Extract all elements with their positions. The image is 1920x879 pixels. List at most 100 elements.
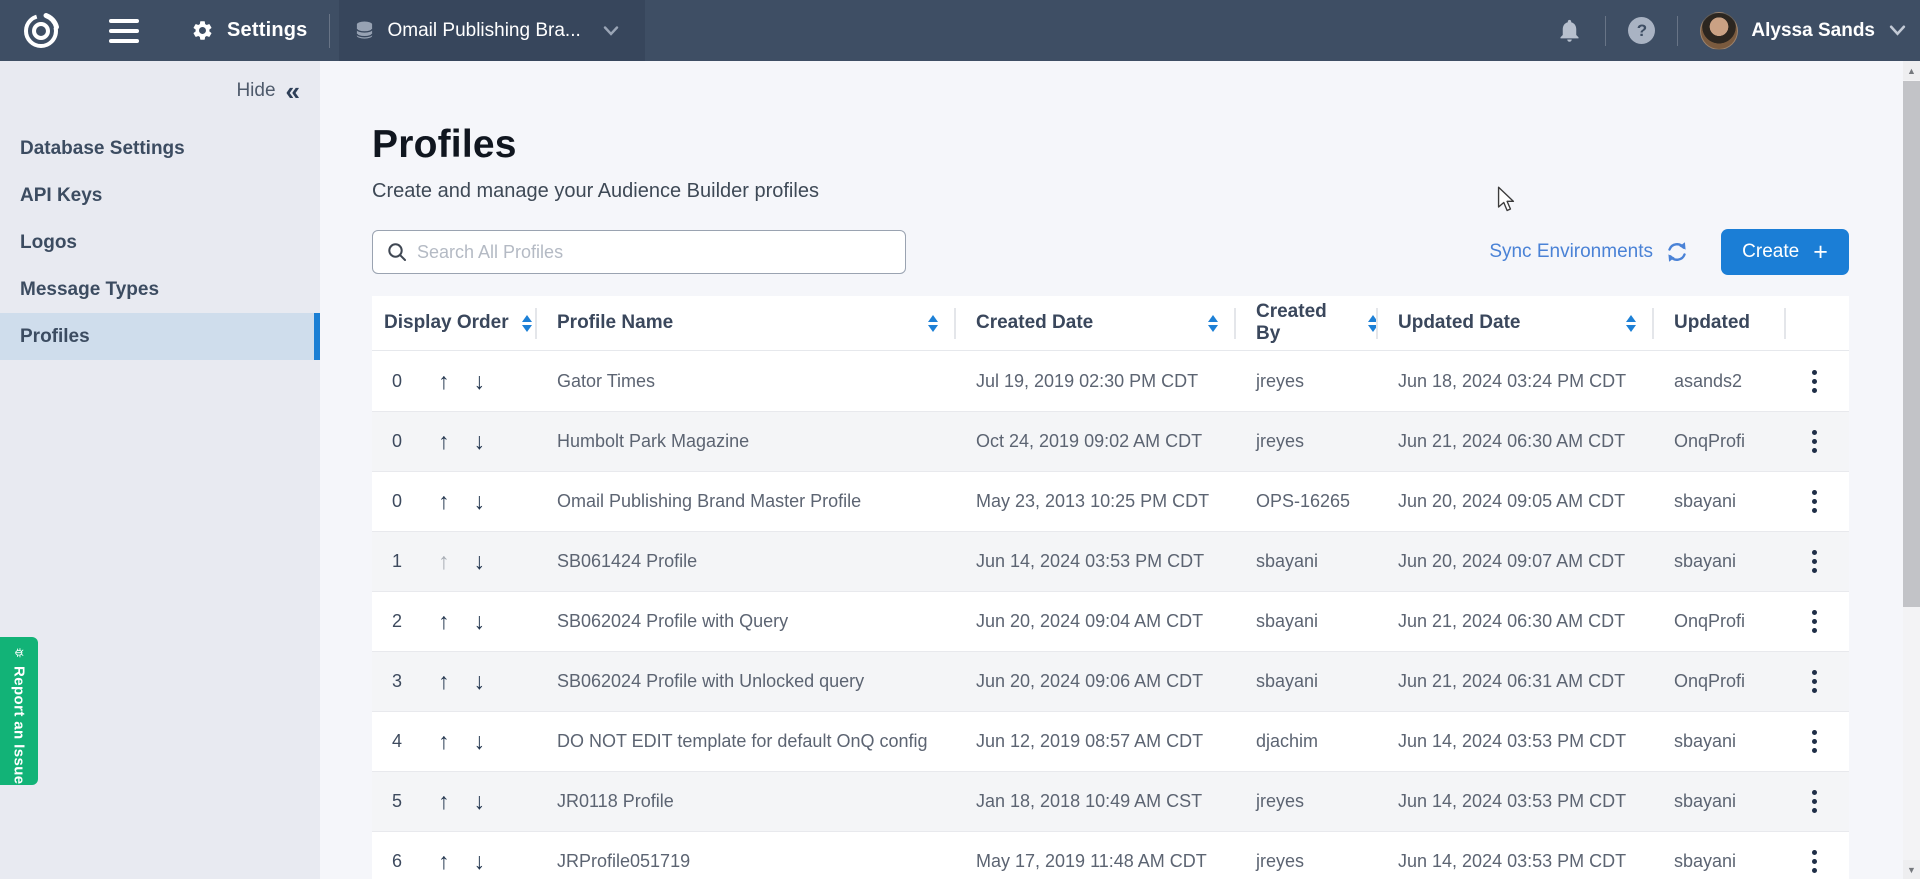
sidebar-item-message-types[interactable]: Message Types (0, 266, 320, 313)
sidebar-item-database-settings[interactable]: Database Settings (0, 125, 320, 172)
cell-profile-name[interactable]: SB061424 Profile (537, 532, 956, 591)
cell-created-by: djachim (1236, 712, 1378, 771)
gear-icon (191, 19, 214, 42)
cell-created-by: jreyes (1236, 772, 1378, 831)
report-issue-tab[interactable]: Report an Issue (0, 637, 38, 785)
created-by-value: jreyes (1256, 431, 1304, 452)
column-header-updated[interactable]: Updated Date (1378, 296, 1654, 350)
move-down-arrow-icon[interactable]: ↓ (474, 670, 486, 693)
sync-environments-link[interactable]: Sync Environments (1489, 239, 1690, 265)
column-header-name[interactable]: Profile Name (537, 296, 956, 350)
help-button[interactable]: ? (1628, 17, 1655, 44)
sort-icon[interactable] (522, 315, 532, 332)
cell-updated-date: Jun 20, 2024 09:05 AM CDT (1378, 472, 1654, 531)
move-down-arrow-icon[interactable]: ↓ (474, 370, 486, 393)
cell-profile-name[interactable]: DO NOT EDIT template for default OnQ con… (537, 712, 956, 771)
cell-updated-date: Jun 20, 2024 09:07 AM CDT (1378, 532, 1654, 591)
scroll-up-arrow[interactable]: ▲ (1903, 61, 1920, 80)
table-row: 1↑↓SB061424 ProfileJun 14, 2024 03:53 PM… (372, 531, 1849, 591)
move-up-arrow-icon[interactable]: ↑ (438, 850, 450, 873)
topbar-right-divider-1 (1605, 16, 1606, 46)
move-up-arrow-icon[interactable]: ↑ (438, 670, 450, 693)
cell-created-by: jreyes (1236, 832, 1378, 879)
move-up-arrow-icon[interactable]: ↑ (438, 490, 450, 513)
updated-by-value: OnqProfi (1674, 611, 1745, 632)
database-selector[interactable]: Omail Publishing Bra... (339, 0, 645, 61)
row-menu-kebab-icon[interactable] (1806, 786, 1823, 817)
updated-date-value: Jun 18, 2024 03:24 PM CDT (1398, 371, 1626, 392)
cell-created-date: May 17, 2019 11:48 AM CDT (956, 832, 1236, 879)
user-menu-chevron-icon[interactable] (1889, 25, 1906, 36)
move-up-arrow-icon[interactable]: ↑ (438, 730, 450, 753)
table-row: 0↑↓Gator TimesJul 19, 2019 02:30 PM CDTj… (372, 351, 1849, 411)
settings-nav[interactable]: Settings (191, 19, 308, 42)
row-menu-kebab-icon[interactable] (1806, 606, 1823, 637)
cell-profile-name[interactable]: Omail Publishing Brand Master Profile (537, 472, 956, 531)
move-up-arrow-icon[interactable]: ↑ (438, 430, 450, 453)
move-up-arrow-icon[interactable]: ↑ (438, 370, 450, 393)
cell-profile-name[interactable]: JR0118 Profile (537, 772, 956, 831)
move-up-arrow-icon[interactable]: ↑ (438, 610, 450, 633)
move-down-arrow-icon[interactable]: ↓ (474, 430, 486, 453)
row-menu-kebab-icon[interactable] (1806, 366, 1823, 397)
sort-icon[interactable] (1368, 315, 1378, 332)
row-menu-kebab-icon[interactable] (1806, 486, 1823, 517)
move-down-arrow-icon[interactable]: ↓ (474, 610, 486, 633)
row-menu-kebab-icon[interactable] (1806, 846, 1823, 877)
column-header-updated_by[interactable]: Updated (1654, 296, 1786, 350)
column-header-order[interactable]: Display Order (372, 296, 537, 350)
move-up-arrow-icon[interactable]: ↑ (438, 790, 450, 813)
sort-down-triangle (1208, 325, 1218, 332)
move-down-arrow-icon[interactable]: ↓ (474, 730, 486, 753)
sidebar-item-profiles[interactable]: Profiles (0, 313, 320, 360)
cell-updated-by: asands2 (1654, 351, 1786, 411)
created-date-value: Oct 24, 2019 09:02 AM CDT (976, 431, 1202, 452)
cell-profile-name[interactable]: Humbolt Park Magazine (537, 412, 956, 471)
scrollbar-thumb[interactable] (1903, 81, 1920, 607)
scrollbar[interactable]: ▲ ▼ (1903, 61, 1920, 879)
collapse-sidebar-icon: « (286, 80, 300, 102)
omeda-logo-icon[interactable] (20, 10, 62, 52)
sort-icon[interactable] (1626, 315, 1636, 332)
search-icon (387, 242, 407, 262)
user-avatar[interactable] (1700, 12, 1738, 50)
sidebar-item-logos[interactable]: Logos (0, 219, 320, 266)
cell-profile-name[interactable]: Gator Times (537, 351, 956, 411)
cell-row-menu (1786, 772, 1849, 831)
move-down-arrow-icon[interactable]: ↓ (474, 490, 486, 513)
cell-profile-name[interactable]: SB062024 Profile with Query (537, 592, 956, 651)
sidebar-item-api-keys[interactable]: API Keys (0, 172, 320, 219)
move-down-arrow-icon[interactable]: ↓ (474, 550, 486, 573)
column-header-label: Display Order (384, 312, 509, 334)
search-input[interactable] (417, 242, 893, 263)
cell-profile-name[interactable]: JRProfile051719 (537, 832, 956, 879)
omeda-logo-glyph (21, 11, 61, 51)
sort-icon[interactable] (1208, 315, 1218, 332)
move-down-arrow-icon[interactable]: ↓ (474, 790, 486, 813)
sort-icon[interactable] (928, 315, 938, 332)
notifications-button[interactable] (1556, 17, 1583, 44)
row-menu-kebab-icon[interactable] (1806, 426, 1823, 457)
menu-icon[interactable] (109, 19, 139, 43)
move-down-arrow-icon[interactable]: ↓ (474, 850, 486, 873)
sidebar-hide-toggle[interactable]: Hide « (0, 77, 300, 105)
created-by-value: djachim (1256, 731, 1318, 752)
move-up-arrow-icon[interactable]: ↑ (438, 550, 450, 573)
sort-up-triangle (928, 315, 938, 322)
display-order-value: 4 (392, 731, 414, 752)
database-selector-label: Omail Publishing Bra... (388, 20, 603, 42)
create-button[interactable]: Create + (1721, 229, 1849, 275)
column-header-label: Created Date (976, 312, 1093, 334)
row-menu-kebab-icon[interactable] (1806, 546, 1823, 577)
row-menu-kebab-icon[interactable] (1806, 666, 1823, 697)
row-menu-kebab-icon[interactable] (1806, 726, 1823, 757)
updated-date-value: Jun 14, 2024 03:53 PM CDT (1398, 731, 1626, 752)
profile-name-value: Omail Publishing Brand Master Profile (557, 491, 861, 512)
column-header-created_by[interactable]: Created By (1236, 296, 1378, 350)
cell-created-date: Jul 19, 2019 02:30 PM CDT (956, 351, 1236, 411)
column-header-created[interactable]: Created Date (956, 296, 1236, 350)
display-order-value: 6 (392, 851, 414, 872)
cell-display-order: 3↑↓ (372, 652, 537, 711)
cell-profile-name[interactable]: SB062024 Profile with Unlocked query (537, 652, 956, 711)
scroll-down-arrow[interactable]: ▼ (1903, 860, 1920, 879)
